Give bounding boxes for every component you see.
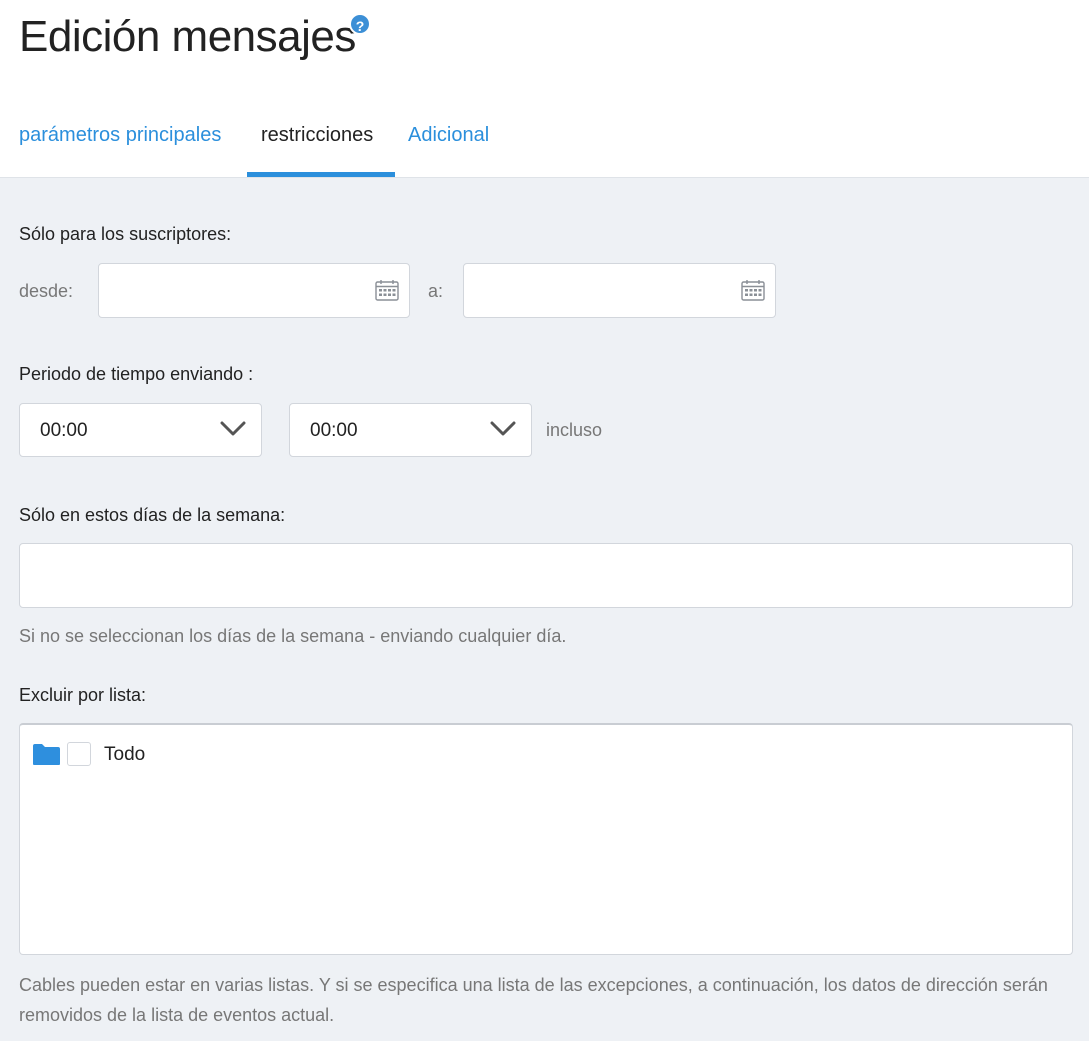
tree-item-label[interactable]: Todo [104,744,145,766]
from-label: desde: [19,281,74,301]
help-icon[interactable]: ? [349,13,371,35]
calendar-icon[interactable] [375,279,399,301]
calendar-icon[interactable] [741,279,765,301]
weekdays-hint: Si no se seleccionan los días de la sema… [19,626,567,646]
period-start-select[interactable]: 00:00 [19,403,262,457]
tree-item-checkbox[interactable] [67,742,91,766]
exclude-list-tree[interactable]: Todo [19,723,1073,955]
period-end-select[interactable]: 00:00 [289,403,532,457]
tab-main-parameters[interactable]: parámetros principales [19,118,221,178]
period-start-value: 00:00 [40,420,88,441]
weekdays-multiselect[interactable] [19,543,1073,608]
period-label: Periodo de tiempo enviando : [19,364,254,384]
tab-restrictions[interactable]: restricciones [261,118,373,178]
date-to-field[interactable] [463,263,776,318]
active-tab-indicator [247,172,395,177]
period-end-value: 00:00 [310,420,358,441]
period-inclusive-label: incluso [546,420,603,440]
chevron-down-icon [490,421,516,436]
subscribers-label: Sólo para los suscriptores: [19,224,232,244]
to-label: a: [428,281,444,301]
folder-icon[interactable] [32,743,61,766]
exclude-label: Excluir por lista: [19,685,147,705]
page-title: Edición mensajes [19,12,356,61]
page-header: Edición mensajes ? parámetros principale… [0,0,1089,178]
chevron-down-icon [220,421,246,436]
weekdays-label: Sólo en estos días de la semana: [19,505,286,525]
tab-additional[interactable]: Adicional [408,118,489,178]
date-from-field[interactable] [98,263,410,318]
exclude-footnote: Cables pueden estar en varias listas. Y … [19,975,1048,1025]
